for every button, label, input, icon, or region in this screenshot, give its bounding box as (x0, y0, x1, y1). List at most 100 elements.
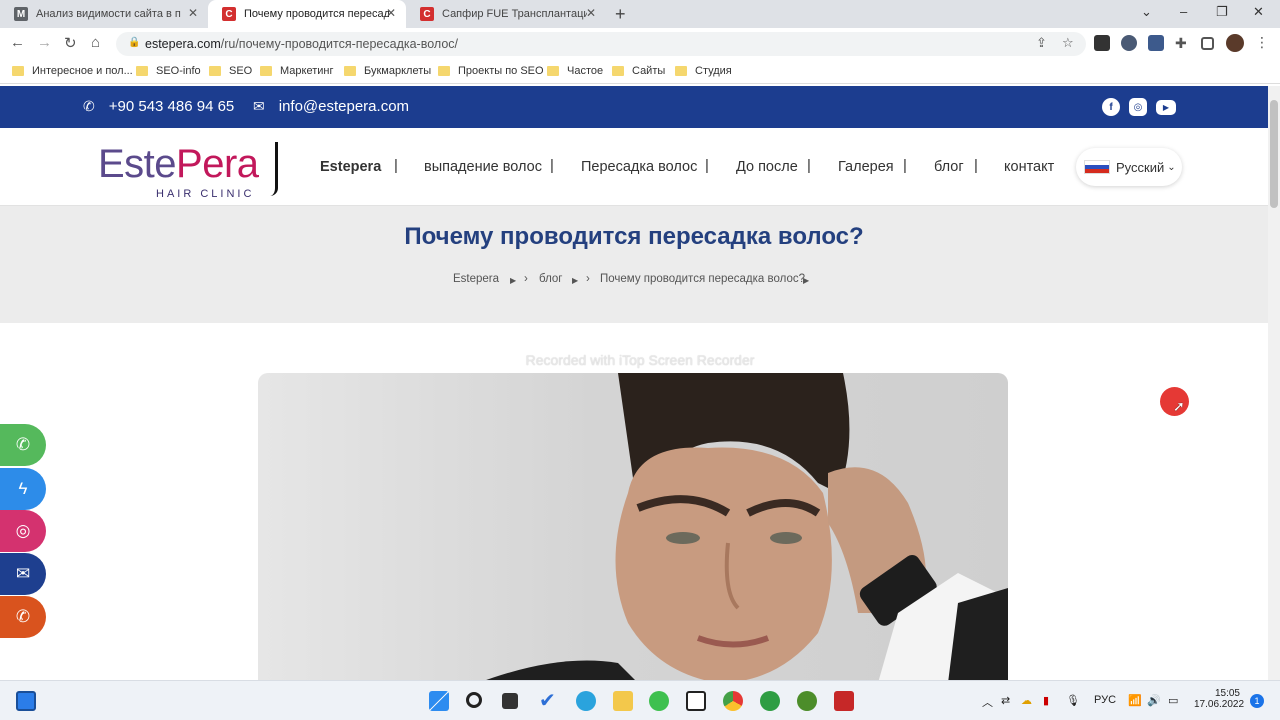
extension-icon[interactable] (1094, 35, 1110, 51)
page-scrollbar[interactable] (1268, 86, 1280, 680)
email-float-button[interactable]: ✉ (0, 553, 46, 595)
notion-icon[interactable] (686, 691, 706, 711)
search-icon[interactable] (466, 692, 482, 708)
address-bar[interactable]: 🔒 estepera.com/ru/почему-проводится-пере… (116, 32, 1086, 56)
task-view-icon[interactable] (502, 693, 518, 709)
chrome-icon[interactable] (723, 691, 743, 711)
telegram-icon[interactable] (576, 691, 596, 711)
side-panel-icon[interactable] (1201, 37, 1214, 50)
profile-avatar[interactable] (1226, 34, 1244, 52)
restore-button[interactable]: ❐ (1216, 4, 1228, 20)
wifi-icon[interactable]: 📶 (1128, 694, 1142, 707)
new-tab-button[interactable]: + (615, 4, 626, 25)
phone-link[interactable]: ✆ +90 543 486 94 65 (83, 98, 234, 115)
envelope-icon: ✉ (15, 564, 31, 583)
close-tab-icon[interactable]: ✕ (386, 6, 396, 20)
phone-icon: ✆ (83, 98, 95, 114)
breadcrumb-blog[interactable]: блог (539, 273, 563, 285)
input-language[interactable]: РУС (1094, 694, 1116, 706)
bookmark-star-icon[interactable]: ☆ (1062, 35, 1074, 51)
nav-hair-transplant[interactable]: Пересадка волос (581, 159, 697, 175)
url-text[interactable]: estepera.com/ru/почему-проводится-переса… (145, 37, 458, 51)
volume-icon[interactable]: 🔊 (1147, 694, 1161, 707)
breadcrumb-home[interactable]: Estepera (453, 273, 499, 285)
tab-2-active[interactable]: C Почему проводится пересадка ✕ (208, 0, 406, 28)
bookmark-folder[interactable]: Проекты по SEO (438, 65, 544, 77)
close-tab-icon[interactable]: ✕ (586, 6, 596, 20)
nav-estepera[interactable]: Estepera (320, 159, 381, 175)
email-link[interactable]: ✉ info@estepera.com (253, 98, 409, 115)
facebook-icon[interactable]: f (1102, 98, 1120, 116)
language-selector[interactable]: Русский ⌄ (1076, 148, 1182, 186)
contact-topbar: ✆ +90 543 486 94 65 ✉ info@estepera.com f … (0, 86, 1268, 128)
folder-icon (344, 66, 356, 76)
whatsapp-float-button[interactable]: ✆ (0, 424, 46, 466)
instagram-icon: ◎ (15, 521, 31, 540)
nav-blog[interactable]: блог (934, 159, 964, 175)
folder-icon (438, 66, 450, 76)
notification-badge[interactable]: 1 (1250, 694, 1264, 708)
instagram-icon[interactable]: ◎ (1129, 98, 1147, 116)
nav-separator: | (974, 157, 978, 174)
sync-icon[interactable]: ⇄ (1001, 694, 1010, 707)
todo-icon[interactable]: ✔ (539, 688, 559, 712)
windows-start-icon[interactable] (429, 691, 449, 711)
battery-icon[interactable]: ▭ (1168, 694, 1178, 707)
whatsapp-icon[interactable] (649, 691, 669, 711)
bookmark-folder[interactable]: Маркетинг (260, 65, 333, 77)
tab-title: Почему проводится пересадка (244, 8, 389, 20)
nav-hair-loss[interactable]: выпадение волос (424, 159, 542, 175)
instagram-float-button[interactable]: ◎ (0, 510, 46, 552)
mouse-cursor-icon: ➚ (1173, 398, 1185, 414)
menu-dots-icon[interactable]: ⋮ (1255, 34, 1269, 51)
browser-tab-strip: M Анализ видимости сайта в пои ✕ C Почем… (0, 0, 1280, 28)
scrollbar-thumb[interactable] (1270, 100, 1278, 208)
close-window-button[interactable]: ✕ (1253, 4, 1264, 20)
screen-recorder-icon[interactable] (834, 691, 854, 711)
app-tray-icon[interactable]: ▮ (1043, 694, 1049, 707)
bookmark-folder[interactable]: Интересное и пол... (12, 65, 133, 77)
share-icon[interactable]: ⇪ (1036, 35, 1047, 51)
clock[interactable]: 15:05 17.06.2022 (1194, 688, 1244, 710)
bookmark-folder[interactable]: SEO (209, 65, 252, 77)
bookmark-folder[interactable]: Сайты (612, 65, 665, 77)
file-explorer-icon[interactable] (613, 691, 633, 711)
minimize-button[interactable]: – (1180, 4, 1187, 19)
bookmarks-bar: Интересное и пол... SEO-info SEO Маркети… (0, 60, 1280, 84)
forward-icon[interactable]: → (37, 34, 52, 51)
tab-1[interactable]: M Анализ видимости сайта в пои ✕ (0, 0, 208, 28)
home-icon[interactable]: ⌂ (91, 34, 100, 51)
bookmark-folder[interactable]: Частое (547, 65, 603, 77)
youtube-icon[interactable]: ▶ (1156, 100, 1176, 115)
language-label: Русский (1116, 159, 1165, 175)
call-float-button[interactable]: ✆ (0, 596, 46, 638)
tab-search-icon[interactable]: ⌄ (1141, 4, 1152, 20)
bookmark-folder[interactable]: SEO-info (136, 65, 201, 77)
bookmark-folder[interactable]: Букмарклеты (344, 65, 431, 77)
messenger-float-button[interactable]: ϟ (0, 468, 46, 510)
folder-icon (675, 66, 687, 76)
caret-right-icon: ▶ (572, 276, 579, 285)
chevron-up-icon[interactable]: ︿ (982, 694, 993, 710)
back-icon[interactable]: ← (10, 34, 25, 51)
extension-icon[interactable] (1148, 35, 1164, 51)
cloud-sync-icon[interactable]: ☁ (1021, 694, 1032, 707)
folder-icon (260, 66, 272, 76)
close-tab-icon[interactable]: ✕ (188, 6, 198, 20)
extension-icon[interactable] (1121, 35, 1137, 51)
nav-gallery[interactable]: Галерея (838, 159, 894, 175)
app-icon[interactable] (797, 691, 817, 711)
article-hero-image (258, 373, 1008, 683)
estepera-logo[interactable]: EstePera HAIR CLINIC (98, 142, 278, 200)
microphone-icon[interactable]: 🎙 (1066, 694, 1080, 707)
bookmark-folder[interactable]: Студия (675, 65, 732, 77)
nav-contact[interactable]: контакт (1004, 159, 1054, 175)
extensions-puzzle-icon[interactable]: ✚ (1175, 35, 1191, 51)
chevron-right-icon: › (586, 273, 590, 285)
tab-3[interactable]: C Сапфир FUE Трансплантация во ✕ (406, 0, 606, 28)
widgets-icon[interactable] (16, 691, 36, 711)
reload-icon[interactable]: ↻ (64, 34, 77, 52)
evernote-icon[interactable] (760, 691, 780, 711)
nav-before-after[interactable]: До после (736, 159, 798, 175)
man-portrait-illustration (478, 373, 1008, 683)
